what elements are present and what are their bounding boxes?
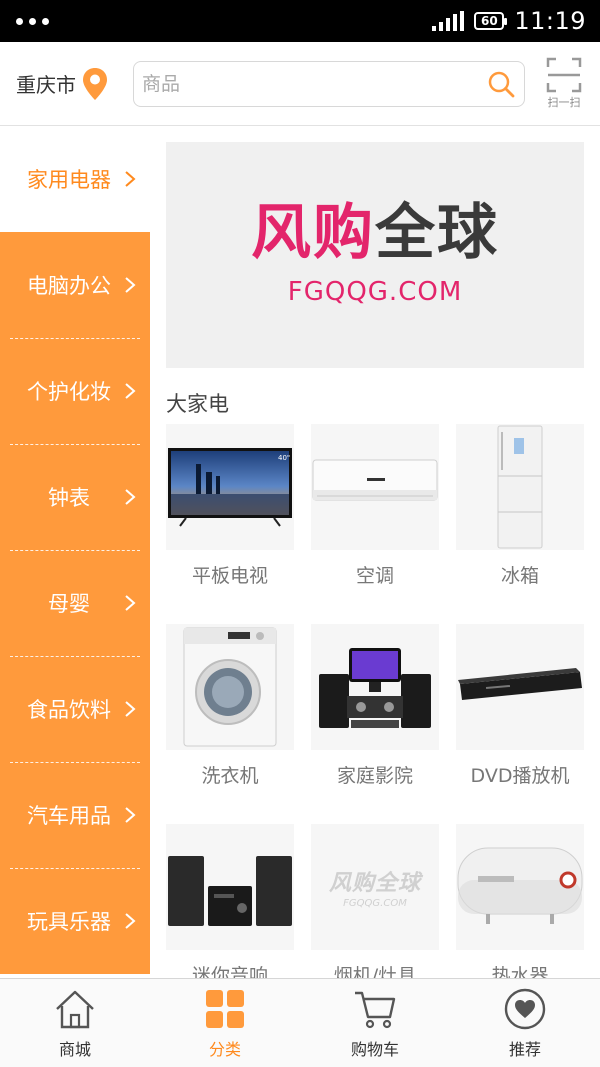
sidebar-item-label: 汽车用品 <box>27 804 111 828</box>
chevron-right-icon <box>125 807 136 823</box>
tab-label: 商城 <box>58 1039 91 1059</box>
bottom-tab-bar: 商城 分类 购物车 推荐 <box>0 978 600 1067</box>
sidebar-item-mother-baby[interactable]: 母婴 <box>0 550 150 656</box>
sidebar-item-home-appliances[interactable]: 家用电器 <box>0 126 150 232</box>
battery-level: 60 <box>480 14 498 28</box>
scan-icon <box>546 57 582 93</box>
sidebar-item-label: 电脑办公 <box>27 274 111 298</box>
product-refrigerator[interactable]: 冰箱 <box>456 424 584 588</box>
chevron-right-icon <box>125 383 136 399</box>
refrigerator-image <box>456 424 584 550</box>
chevron-right-icon <box>125 171 136 187</box>
category-sidebar: 家用电器 电脑办公 个护化妆 钟表 母婴 食品饮料 汽车用品 玩具乐器 <box>0 126 150 978</box>
chevron-right-icon <box>125 277 136 293</box>
banner-title-part2: 全球 <box>375 198 499 268</box>
placeholder-logo-text: 风购全球 <box>328 871 421 896</box>
notification-dots-icon <box>16 17 49 25</box>
product-air-conditioner[interactable]: 空调 <box>311 424 439 588</box>
status-bar: 60 11:19 <box>0 0 600 42</box>
scan-label: 扫一扫 <box>547 96 581 109</box>
city-selector[interactable]: 重庆市 <box>0 67 133 101</box>
product-name: 冰箱 <box>500 565 539 587</box>
tab-cart[interactable]: 购物车 <box>300 979 450 1067</box>
search-icon[interactable] <box>486 69 516 99</box>
sidebar-item-auto-supplies[interactable]: 汽车用品 <box>0 762 150 868</box>
sidebar-item-label: 个护化妆 <box>27 380 111 404</box>
banner-subtitle: FGQQG.COM <box>287 277 463 307</box>
placeholder-logo-image: 风购全球 FGQQG.COM <box>311 824 439 950</box>
tv-image: 40" <box>166 424 294 550</box>
air-conditioner-image <box>311 424 439 550</box>
product-range-hood-stove[interactable]: 风购全球 FGQQG.COM 烟机/灶具 <box>311 824 439 988</box>
sidebar-item-label: 母婴 <box>48 592 90 616</box>
product-name: 平板电视 <box>191 565 268 587</box>
sidebar-item-label: 钟表 <box>48 486 90 510</box>
dvd-player-image <box>456 624 584 750</box>
chevron-right-icon <box>125 913 136 929</box>
sidebar-item-watches[interactable]: 钟表 <box>0 444 150 550</box>
home-icon <box>56 990 94 1028</box>
chevron-right-icon <box>125 489 136 505</box>
heart-icon <box>504 988 546 1029</box>
location-pin-icon <box>83 67 107 100</box>
tab-mall[interactable]: 商城 <box>0 979 150 1067</box>
product-home-theater[interactable]: 家庭影院 <box>311 624 439 788</box>
banner-title-part1: 风购 <box>251 198 375 268</box>
category-grid-icon <box>206 989 244 1028</box>
sidebar-item-food-drinks[interactable]: 食品饮料 <box>0 656 150 762</box>
sidebar-item-label: 玩具乐器 <box>27 910 111 934</box>
signal-icon <box>432 11 465 31</box>
banner-logo: 风购全球 <box>251 203 499 263</box>
placeholder-logo-sub: FGQQG.COM <box>343 898 407 909</box>
washing-machine-image <box>166 624 294 750</box>
promo-banner[interactable]: 风购全球 FGQQG.COM <box>166 142 584 368</box>
water-heater-image <box>456 824 584 950</box>
app-screen: 60 11:19 重庆市 扫一扫 <box>0 0 600 1067</box>
product-washing-machine[interactable]: 洗衣机 <box>166 624 294 788</box>
sidebar-item-computers-office[interactable]: 电脑办公 <box>0 232 150 338</box>
cart-icon <box>355 991 396 1028</box>
product-name: 洗衣机 <box>201 765 259 787</box>
sidebar-item-personal-care[interactable]: 个护化妆 <box>0 338 150 444</box>
header: 重庆市 扫一扫 <box>0 42 600 126</box>
home-theater-image <box>311 624 439 750</box>
svg-text:40": 40" <box>278 454 290 462</box>
sidebar-item-label: 家用电器 <box>27 168 111 192</box>
scan-button[interactable]: 扫一扫 <box>542 57 586 110</box>
city-name: 重庆市 <box>16 73 76 97</box>
mini-speaker-image <box>166 824 294 950</box>
search-box[interactable] <box>133 60 525 107</box>
tab-label: 推荐 <box>508 1039 541 1059</box>
search-input[interactable] <box>142 72 486 95</box>
tab-category[interactable]: 分类 <box>150 979 300 1067</box>
status-time: 11:19 <box>514 7 586 35</box>
chevron-right-icon <box>125 701 136 717</box>
product-water-heater[interactable]: 热水器 <box>456 824 584 988</box>
battery-icon: 60 <box>474 12 508 30</box>
product-mini-speaker[interactable]: 迷你音响 <box>166 824 294 988</box>
tab-recommend[interactable]: 推荐 <box>450 979 600 1067</box>
product-name: 空调 <box>355 565 394 587</box>
chevron-right-icon <box>125 595 136 611</box>
section-title: 大家电 <box>166 392 229 416</box>
product-name: DVD播放机 <box>470 765 570 787</box>
tab-label: 分类 <box>208 1039 241 1059</box>
product-tv[interactable]: 40" 平板电视 <box>166 424 294 588</box>
product-name: 家庭影院 <box>336 765 413 787</box>
product-dvd-player[interactable]: DVD播放机 <box>456 624 584 788</box>
sidebar-item-toys-instruments[interactable]: 玩具乐器 <box>0 868 150 974</box>
sidebar-item-label: 食品饮料 <box>27 698 111 722</box>
tab-label: 购物车 <box>350 1039 399 1059</box>
